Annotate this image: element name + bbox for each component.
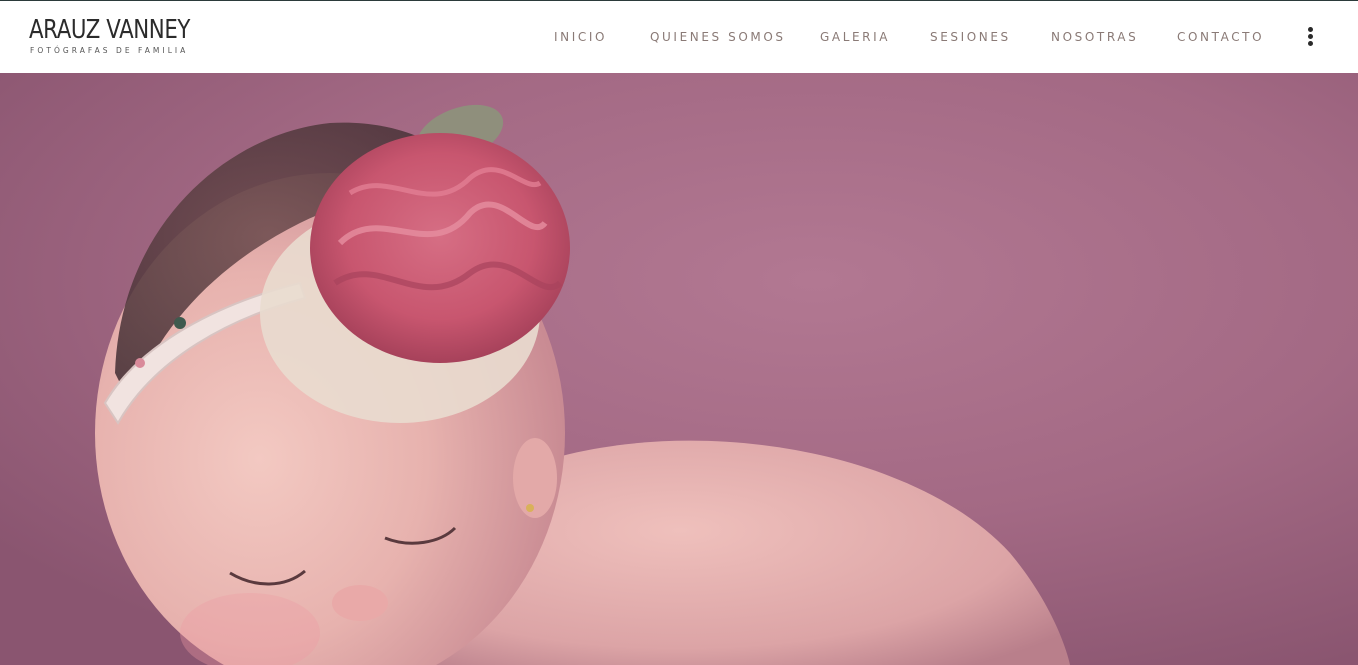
kebab-menu-icon[interactable]	[1303, 25, 1319, 49]
page: ARAUZ VANNEY FOTÓGRAFAS DE FAMILIA INICI…	[0, 0, 1358, 665]
nav-item-quienes-somos[interactable]: QUIENES SOMOS	[650, 30, 786, 44]
nav-item-sesiones[interactable]: SESIONES	[930, 30, 1011, 44]
nav-item-nosotras[interactable]: NOSOTRAS	[1051, 30, 1138, 44]
nav-item-inicio[interactable]: INICIO	[554, 30, 607, 44]
main-nav: INICIO QUIENES SOMOS GALERIA SESIONES NO…	[0, 1, 1358, 73]
nav-item-galeria[interactable]: GALERIA	[820, 30, 890, 44]
newborn-photo	[0, 73, 1358, 665]
site-header: ARAUZ VANNEY FOTÓGRAFAS DE FAMILIA INICI…	[0, 0, 1358, 73]
hero-image	[0, 73, 1358, 665]
nav-item-contacto[interactable]: CONTACTO	[1177, 30, 1264, 44]
